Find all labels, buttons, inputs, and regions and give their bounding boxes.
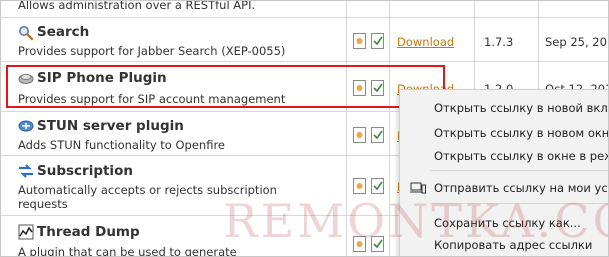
table-row: Search Provides support for Jabber Searc… <box>1 17 608 62</box>
plugin-description: Adds STUN functionality to Openfire <box>18 138 226 152</box>
changelog-icon[interactable] <box>371 178 384 194</box>
menu-item-open-private-window[interactable]: Открыть ссылку в окне в режим <box>434 149 608 163</box>
plugin-title: Search <box>37 24 90 40</box>
menu-separator <box>430 170 608 171</box>
plugin-title: STUN server plugin <box>37 118 184 134</box>
changelog-icon[interactable] <box>371 33 384 49</box>
menu-item-open-new-tab[interactable]: Открыть ссылку в новой вкладк <box>434 101 608 115</box>
watermark: REMONTKA.COM <box>223 194 608 248</box>
highlight-box <box>6 65 445 108</box>
plugin-date: Sep 25, 2019 <box>545 35 608 49</box>
network-icon <box>18 120 34 132</box>
magnifier-icon <box>19 26 34 41</box>
send-to-device-icon <box>410 182 426 194</box>
arrows-icon <box>19 164 33 178</box>
changelog-icon[interactable] <box>371 127 384 143</box>
menu-item-open-new-window[interactable]: Открыть ссылку в новом окне <box>434 126 608 140</box>
chart-icon <box>18 224 34 240</box>
plugin-description: Allows administration over a RESTful API… <box>18 0 256 12</box>
readme-icon[interactable] <box>353 127 366 143</box>
menu-item-send-to-devices[interactable]: Отправить ссылку на мои устро <box>434 181 608 195</box>
table-row: Allows administration over a RESTful API… <box>1 0 608 18</box>
readme-icon[interactable] <box>353 33 366 49</box>
plugin-version: 1.7.3 <box>484 35 514 49</box>
plugin-title: Subscription <box>37 163 133 179</box>
plugin-description: Provides support for Jabber Search (XEP-… <box>18 44 286 58</box>
download-link[interactable]: Download <box>397 35 454 49</box>
readme-icon[interactable] <box>353 178 366 194</box>
plugins-table: Allows administration over a RESTful API… <box>0 0 609 257</box>
plugin-title: Thread Dump <box>37 224 140 240</box>
